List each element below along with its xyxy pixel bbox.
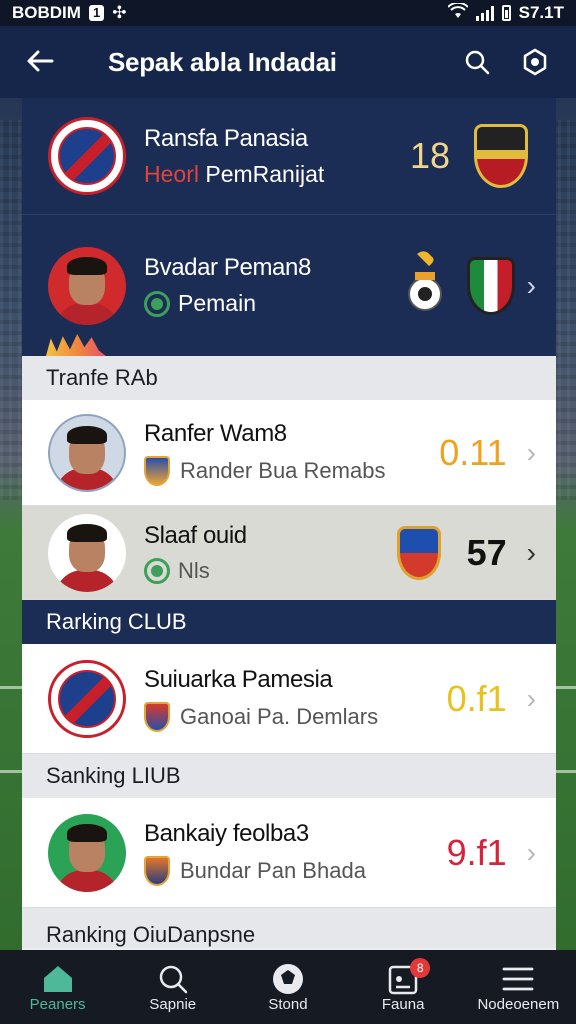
position-icon [144,291,170,318]
section-header-cut: Ranking OiuDanpsne [22,908,556,948]
back-button[interactable] [0,44,80,81]
list-item-sub: Ganoai Pa. Demlars [180,703,379,729]
list-item-name: Suiuarka Pamesia [144,665,333,693]
list-item-value: 9.f1 [446,831,507,873]
list-item[interactable]: Suiuarka Pamesia Ganoai Pa. Demlars 0.f1… [22,644,556,754]
menu-icon [502,962,534,996]
club-shield-icon [144,455,170,486]
trophy-emblem-icon [407,250,442,311]
list-item-sub: Nls [178,557,210,583]
status-badge: 1 [88,5,105,21]
club-crest [48,659,126,738]
list-item-value: 57 [466,531,507,573]
signal-icon [475,5,494,21]
nav-item-home[interactable]: Peaners [3,962,113,1013]
chevron-right-icon: › [526,269,536,301]
status-bar: BOBDIM 1 ✣ S7.1T [0,0,576,26]
avatar [48,813,126,892]
section-header-stanking: Sanking LIUB [22,754,556,798]
gear-icon [523,48,547,76]
app-bar: Sepak abla Indadai [0,26,576,98]
nav-label: Peaners [29,995,86,1013]
club-shield-icon [144,701,170,732]
nav-item-menu[interactable]: Nodeoenem [463,962,573,1013]
chevron-right-icon: › [526,436,536,468]
search-icon [157,962,189,996]
club-crest [48,117,126,195]
featured-club-row[interactable]: Ransfa Panasia Heorl PemRanijat 18 [22,98,556,214]
list-item-value: 0.11 [439,431,507,473]
club-name: Ransfa Panasia [144,124,308,152]
list-item-sub: Bundar Pan Bhada [180,857,366,883]
club-value: 18 [409,135,450,176]
status-indicator-icon: ✣ [112,3,127,22]
club-shield-icon [144,855,170,886]
nav-label: Sapnie [149,995,197,1013]
settings-button[interactable] [520,47,550,77]
chevron-right-icon: › [526,536,536,568]
list-item-sub: Rander Bua Remabs [180,457,386,483]
ball-icon [271,962,305,996]
back-arrow-icon [27,50,54,71]
notification-badge: 8 [410,957,431,978]
player-name: Bvadar Peman8 [144,253,311,281]
clock: S7.1T [518,3,564,22]
search-button[interactable] [462,47,492,77]
chevron-right-icon: › [526,836,536,868]
nav-item-notifications[interactable]: 8 Fauna [348,957,458,1013]
club-sub-text: PemRanijat [205,160,325,187]
search-icon [465,50,490,75]
opponent-shield-icon [474,124,528,188]
featured-player-row[interactable]: Bvadar Peman8 Pemain › [22,214,556,356]
club-shield-icon [396,525,441,580]
list-item-value: 0.f1 [446,677,507,719]
wifi-icon [446,1,469,24]
avatar [48,513,126,592]
team-shield-icon [466,256,515,315]
notification-icon: 8 [388,957,431,996]
page-title: Sepak abla Indadai [108,46,337,77]
chevron-right-icon: › [526,682,536,714]
list-item-name: Bankaiy feolba3 [144,819,309,847]
nav-label: Stond [268,995,308,1013]
nav-label: Fauna [381,995,425,1013]
list-item[interactable]: Bankaiy feolba3 Bundar Pan Bhada 9.f1 › [22,798,556,908]
avatar [48,246,126,325]
list-item-name: Ranfer Wam8 [144,419,287,447]
list-item[interactable]: Ranfer Wam8 Rander Bua Remabs 0.11 › [22,400,556,506]
nav-item-ball[interactable]: Stond [233,962,343,1013]
list-item[interactable]: Slaaf ouid Nls 57 › [22,506,556,600]
list-item-name: Slaaf ouid [144,521,247,549]
avatar [48,413,126,492]
bottom-navigation: Peaners Sapnie Stond 8 Fauna Nodeoenem [0,950,576,1024]
section-header-transfer: Tranfe RAb [22,356,556,400]
carrier-label: BOBDIM [12,3,81,22]
player-role: Pemain [178,289,256,316]
club-sub-accent: Heorl [144,160,199,187]
home-icon [42,962,74,996]
featured-section: Ransfa Panasia Heorl PemRanijat 18 Bvada… [22,98,556,356]
battery-icon [501,5,511,21]
position-icon [144,557,170,584]
nav-item-search[interactable]: Sapnie [118,962,228,1013]
section-header-ranking: Rarking CLUB [22,600,556,644]
content-panel: Ransfa Panasia Heorl PemRanijat 18 Bvada… [22,98,556,950]
nav-label: Nodeoenem [477,995,560,1013]
